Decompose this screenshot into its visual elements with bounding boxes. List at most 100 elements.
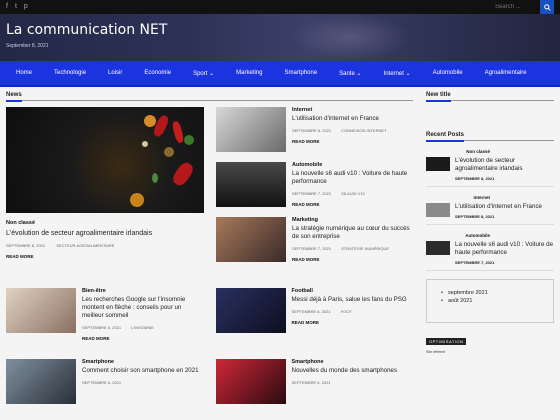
article-date[interactable]: SEPTEMBRE 7, 2021 <box>292 191 331 196</box>
article-meta: SEPTEMBRE 6, 2021 <box>82 380 199 385</box>
article-thumbnail[interactable] <box>216 217 286 262</box>
article-thumbnail[interactable] <box>215 359 286 404</box>
facebook-icon[interactable]: f <box>6 0 8 14</box>
search-button[interactable] <box>540 0 554 14</box>
twitter-icon[interactable]: t <box>15 0 17 14</box>
article-category[interactable]: Smartphone <box>82 359 199 365</box>
article-date[interactable]: SEPTEMBRE 6, 2021 <box>82 325 121 330</box>
recent-title[interactable]: La nouvelle s6 audi v10 : Voiture de hau… <box>455 241 554 257</box>
article-tag[interactable]: STRATÉGIE NUMÉRIQUE <box>341 246 389 251</box>
news-section: News Non classé L'évolution de secteur a… <box>6 87 413 414</box>
site-date: September 8, 2021 <box>6 43 49 49</box>
optimisation-label: OPTIMISATION <box>426 338 467 345</box>
article-body: Marketing La stratégie numérique au cœur… <box>292 217 412 262</box>
read-more-link[interactable]: READ MORE <box>292 320 407 325</box>
new-title-heading: New title <box>426 87 554 102</box>
article-date[interactable]: SEPTEMBRE 7, 2021 <box>292 246 331 251</box>
article-category[interactable]: Smartphone <box>292 359 398 365</box>
article-date[interactable]: SEPTEMBRE 6, 2021 <box>292 309 331 314</box>
recent-title[interactable]: L'utilisation d'internet en France <box>455 203 542 211</box>
article-meta: SEPTEMBRE 6, 2021 L'INSOMNIE <box>82 325 204 330</box>
featured-title[interactable]: L'évolution de secteur agroalimentaire i… <box>6 229 204 238</box>
nav-smartphone[interactable]: Smartphone <box>273 70 328 76</box>
article-tag[interactable]: L'INSOMNIE <box>131 325 154 330</box>
featured-meta: SEPTEMBRE 8, 2021 SECTEUR AGROALIMENTAIR… <box>6 243 204 248</box>
article-thumbnail[interactable] <box>216 107 286 152</box>
article-meta: SEPTEMBRE 7, 2021 S6 AUDI V10 <box>292 191 412 196</box>
article-category[interactable]: Automobile <box>292 162 412 168</box>
nav-automobile[interactable]: Automobile <box>422 70 474 76</box>
nav-agroalimentaire[interactable]: Agroalimentaire <box>474 70 538 76</box>
article-date[interactable]: SEPTEMBRE 6, 2021 <box>292 380 331 385</box>
recent-category[interactable]: Internet <box>426 195 490 200</box>
article-date[interactable]: SEPTEMBRE 8, 2021 <box>292 128 331 133</box>
article-meta: SEPTEMBRE 7, 2021 STRATÉGIE NUMÉRIQUE <box>292 246 412 251</box>
search-input[interactable] <box>492 1 540 13</box>
article-meta: SEPTEMBRE 6, 2021 FOOT <box>292 309 407 314</box>
search-icon <box>543 3 551 11</box>
read-more-link[interactable]: READ MORE <box>292 257 412 262</box>
nav-loisir[interactable]: Loisir <box>97 70 133 76</box>
article-category[interactable]: Bien-être <box>82 288 204 294</box>
read-more-link[interactable]: READ MORE <box>82 336 204 341</box>
article-meta: SEPTEMBRE 8, 2021 CONNEXION INTERNET <box>292 128 396 133</box>
featured-read-more[interactable]: READ MORE <box>6 254 204 259</box>
list-item: Internet L'utilisation d'internet en Fra… <box>216 107 412 152</box>
featured-tag[interactable]: SECTEUR AGROALIMENTAIRE <box>56 243 114 248</box>
recent-posts-heading: Recent Posts <box>426 127 554 142</box>
read-more-link[interactable]: READ MORE <box>292 139 396 144</box>
nav-home[interactable]: Home <box>5 70 43 76</box>
archives-list: septembre 2021 août 2021 <box>426 279 554 323</box>
nav-marketing[interactable]: Marketing <box>225 70 273 76</box>
nav-technologie[interactable]: Technologie <box>43 70 97 76</box>
recent-title[interactable]: L'évolution de secteur agroalimentaire i… <box>455 157 554 173</box>
recent-category[interactable]: Automobile <box>426 233 490 238</box>
article-thumbnail[interactable] <box>6 288 76 333</box>
article-title[interactable]: L'utilisation d'internet en France <box>292 115 396 123</box>
list-item: Smartphone Nouvelles du monde des smartp… <box>215 359 414 404</box>
site-title[interactable]: La communication NET <box>6 22 554 38</box>
article-thumbnail[interactable] <box>216 162 286 207</box>
article-tag[interactable]: S6 AUDI V10 <box>341 191 365 196</box>
featured-date[interactable]: SEPTEMBRE 8, 2021 <box>6 243 45 248</box>
article-title[interactable]: Nouvelles du monde des smartphones <box>292 367 398 375</box>
optimisation-badge[interactable]: OPTIMISATION Site référent <box>426 330 554 354</box>
recent-date[interactable]: SEPTEMBRE 7, 2021 <box>455 260 554 265</box>
article-title[interactable]: La nouvelle s6 audi v10 : Voiture de hau… <box>292 170 412 186</box>
article-title[interactable]: Les recherches Google sur l'insomnie mon… <box>82 296 204 320</box>
site-header: La communication NET September 8, 2021 <box>0 14 560 61</box>
archive-link[interactable]: septembre 2021 <box>441 290 541 296</box>
article-category[interactable]: Marketing <box>292 217 412 223</box>
pinterest-icon[interactable]: p <box>24 0 28 14</box>
recent-date[interactable]: SEPTEMBRE 8, 2021 <box>455 214 542 219</box>
article-title[interactable]: Messi déjà à Paris, salue les fans du PS… <box>292 296 407 304</box>
article-thumbnail[interactable] <box>6 359 76 404</box>
read-more-link[interactable]: READ MORE <box>292 202 412 207</box>
article-title[interactable]: La stratégie numérique au cœur du succès… <box>292 225 412 241</box>
archive-link[interactable]: août 2021 <box>441 298 541 304</box>
article-body: Smartphone Comment choisir son smartphon… <box>82 359 199 404</box>
article-thumbnail[interactable] <box>215 288 286 333</box>
recent-thumbnail[interactable] <box>426 157 450 171</box>
nav-internet[interactable]: Internet ⌄ <box>373 70 422 77</box>
recent-thumbnail[interactable] <box>426 241 450 255</box>
list-item: Football Messi déjà à Paris, salue les f… <box>215 288 414 341</box>
nav-sport[interactable]: Sport ⌄ <box>182 70 225 77</box>
article-title[interactable]: Comment choisir son smartphone en 2021 <box>82 367 199 375</box>
nav-sante[interactable]: Sante ⌄ <box>328 70 372 77</box>
recent-date[interactable]: SEPTEMBRE 8, 2021 <box>455 176 554 181</box>
nav-economie[interactable]: Economie <box>133 70 182 76</box>
article-tag[interactable]: FOOT <box>341 309 352 314</box>
recent-thumbnail[interactable] <box>426 203 450 217</box>
recent-category[interactable]: Non classé <box>426 149 490 154</box>
news-row-2: Bien-être Les recherches Google sur l'in… <box>6 288 413 351</box>
sidebar: New title Recent Posts Non classé L'évol… <box>426 87 554 414</box>
featured-image[interactable] <box>6 107 204 213</box>
featured-category[interactable]: Non classé <box>6 220 204 226</box>
article-tag[interactable]: CONNEXION INTERNET <box>341 128 386 133</box>
article-category[interactable]: Football <box>292 288 407 294</box>
article-date[interactable]: SEPTEMBRE 6, 2021 <box>82 380 121 385</box>
main-nav: Home Technologie Loisir Economie Sport ⌄… <box>0 61 560 87</box>
article-category[interactable]: Internet <box>292 107 396 113</box>
article-body: Automobile La nouvelle s6 audi v10 : Voi… <box>292 162 412 207</box>
